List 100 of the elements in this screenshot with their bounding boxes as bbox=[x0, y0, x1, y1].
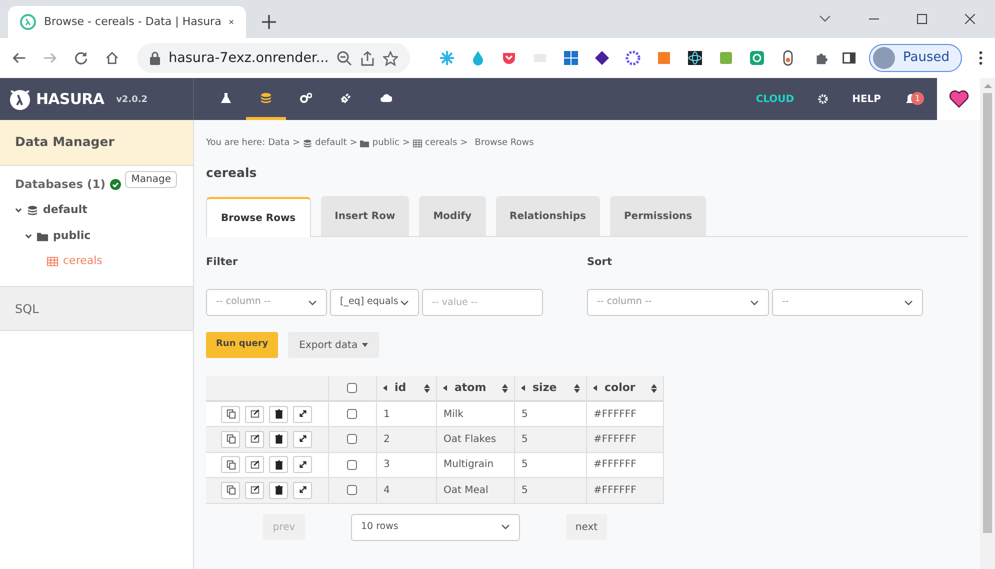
row-checkbox[interactable] bbox=[347, 434, 357, 444]
minimize-icon[interactable] bbox=[869, 18, 879, 20]
tab[interactable]: Browse Rows bbox=[206, 197, 311, 238]
copy-icon bbox=[226, 434, 236, 444]
breadcrumb-link[interactable]: cereals bbox=[425, 137, 458, 150]
column-name: atom bbox=[454, 380, 486, 396]
scrollbar-thumb[interactable] bbox=[983, 93, 992, 533]
edit-button[interactable] bbox=[245, 482, 264, 499]
share-icon[interactable] bbox=[360, 50, 375, 66]
select-field[interactable]: 10 rows bbox=[351, 514, 520, 540]
star-icon[interactable] bbox=[382, 50, 398, 66]
edit-button[interactable] bbox=[245, 406, 264, 422]
manage-button[interactable]: Manage bbox=[125, 171, 177, 188]
tab[interactable]: Modify bbox=[419, 196, 486, 236]
sort-icon[interactable] bbox=[650, 384, 656, 392]
copy-button[interactable] bbox=[221, 430, 240, 448]
back-icon[interactable] bbox=[12, 50, 26, 66]
close-icon[interactable] bbox=[229, 17, 234, 27]
browser-tab[interactable]: Browse - cereals - Data | Hasura bbox=[8, 6, 246, 38]
chevron-down-icon[interactable] bbox=[819, 15, 831, 23]
caret-left-icon[interactable] bbox=[382, 385, 386, 391]
expand-button[interactable] bbox=[293, 430, 312, 448]
edit-icon bbox=[250, 460, 260, 470]
tab[interactable]: Relationships bbox=[496, 196, 600, 236]
run-query-button[interactable]: Run query bbox=[206, 332, 278, 358]
breadcrumb-separator: > bbox=[460, 137, 468, 150]
copy-button[interactable] bbox=[221, 456, 240, 474]
trash-icon bbox=[274, 434, 284, 444]
more-icon[interactable] bbox=[979, 50, 983, 66]
chevron-down-icon bbox=[308, 300, 317, 306]
table-cell: #FFFFFF bbox=[586, 426, 663, 452]
sort-icon[interactable] bbox=[574, 384, 580, 392]
copy-button[interactable] bbox=[221, 406, 240, 422]
database-icon bbox=[260, 92, 272, 104]
home-icon[interactable] bbox=[105, 50, 120, 66]
caret-left-icon[interactable] bbox=[442, 385, 446, 391]
edit-button[interactable] bbox=[245, 430, 264, 448]
select-field[interactable]: [_eq] equals bbox=[330, 289, 419, 316]
tab[interactable]: Insert Row bbox=[320, 196, 410, 236]
value-field[interactable]: -- value -- bbox=[422, 289, 543, 316]
column-name: id bbox=[394, 380, 406, 396]
chevron-down-icon bbox=[750, 300, 759, 306]
sort-icon[interactable] bbox=[424, 384, 430, 392]
help-link[interactable]: HELP bbox=[852, 92, 881, 106]
tab[interactable]: Permissions bbox=[610, 196, 706, 236]
trash-icon bbox=[274, 460, 284, 470]
avatar bbox=[872, 47, 895, 69]
plug-icon bbox=[340, 92, 352, 104]
tree-item[interactable]: default bbox=[43, 202, 88, 219]
table-cell: Oat Flakes bbox=[436, 426, 514, 452]
zoom-out-icon[interactable] bbox=[336, 50, 352, 66]
flask-icon bbox=[220, 92, 232, 104]
cloud-link[interactable]: CLOUD bbox=[756, 92, 794, 106]
table-cell: #FFFFFF bbox=[586, 478, 663, 503]
side-panel-icon[interactable] bbox=[842, 50, 856, 66]
copy-button[interactable] bbox=[221, 482, 240, 499]
chevron-down-icon[interactable] bbox=[25, 232, 32, 240]
sort-icon[interactable] bbox=[502, 384, 508, 392]
breadcrumb-link[interactable]: default bbox=[315, 137, 347, 150]
address-bar[interactable]: hasura-7exz.onrender... bbox=[136, 43, 410, 73]
select-all-checkbox[interactable] bbox=[347, 382, 357, 393]
next-button[interactable]: next bbox=[566, 514, 607, 540]
breadcrumb-link[interactable]: Data bbox=[268, 137, 290, 150]
folder-icon bbox=[37, 230, 48, 242]
expand-button[interactable] bbox=[293, 456, 312, 474]
gears-icon bbox=[300, 92, 312, 104]
new-tab-icon[interactable] bbox=[262, 15, 276, 29]
row-checkbox[interactable] bbox=[347, 485, 357, 496]
table-icon bbox=[413, 139, 422, 148]
expand-button[interactable] bbox=[293, 482, 312, 499]
url-text: hasura-7exz.onrender... bbox=[168, 48, 329, 68]
trash-button[interactable] bbox=[269, 456, 288, 474]
trash-button[interactable] bbox=[269, 430, 288, 448]
chevron-down-icon[interactable] bbox=[15, 207, 22, 214]
caret-left-icon[interactable] bbox=[520, 385, 524, 391]
profile-button[interactable]: Paused bbox=[868, 44, 962, 72]
row-checkbox[interactable] bbox=[347, 408, 357, 419]
trash-button[interactable] bbox=[269, 406, 288, 422]
export-data-button[interactable]: Export data bbox=[288, 332, 379, 358]
breadcrumb-link[interactable]: public bbox=[372, 137, 400, 150]
caret-left-icon[interactable] bbox=[592, 385, 596, 391]
chevron-down-icon bbox=[400, 300, 409, 306]
filter-label: Filter bbox=[206, 255, 239, 270]
close-icon[interactable] bbox=[965, 14, 975, 24]
edit-button[interactable] bbox=[245, 456, 264, 474]
expand-button[interactable] bbox=[293, 406, 312, 422]
tree-item[interactable]: public bbox=[53, 228, 91, 244]
settings-icon[interactable] bbox=[818, 94, 828, 104]
sidebar-section-header[interactable]: SQL bbox=[0, 287, 193, 331]
row-checkbox[interactable] bbox=[347, 460, 357, 470]
sidebar-section-header[interactable]: Data Manager bbox=[0, 120, 193, 166]
trash-button[interactable] bbox=[269, 482, 288, 499]
tab-title: Browse - cereals - Data | Hasura bbox=[44, 14, 222, 30]
maximize-icon[interactable] bbox=[917, 14, 927, 24]
page-title: cereals bbox=[206, 164, 258, 182]
heart-icon[interactable] bbox=[948, 90, 968, 108]
sort-label: Sort bbox=[587, 255, 613, 270]
reload-icon[interactable] bbox=[74, 50, 88, 66]
table-cell: 4 bbox=[376, 478, 436, 503]
table-cell: Oat Meal bbox=[436, 478, 514, 503]
